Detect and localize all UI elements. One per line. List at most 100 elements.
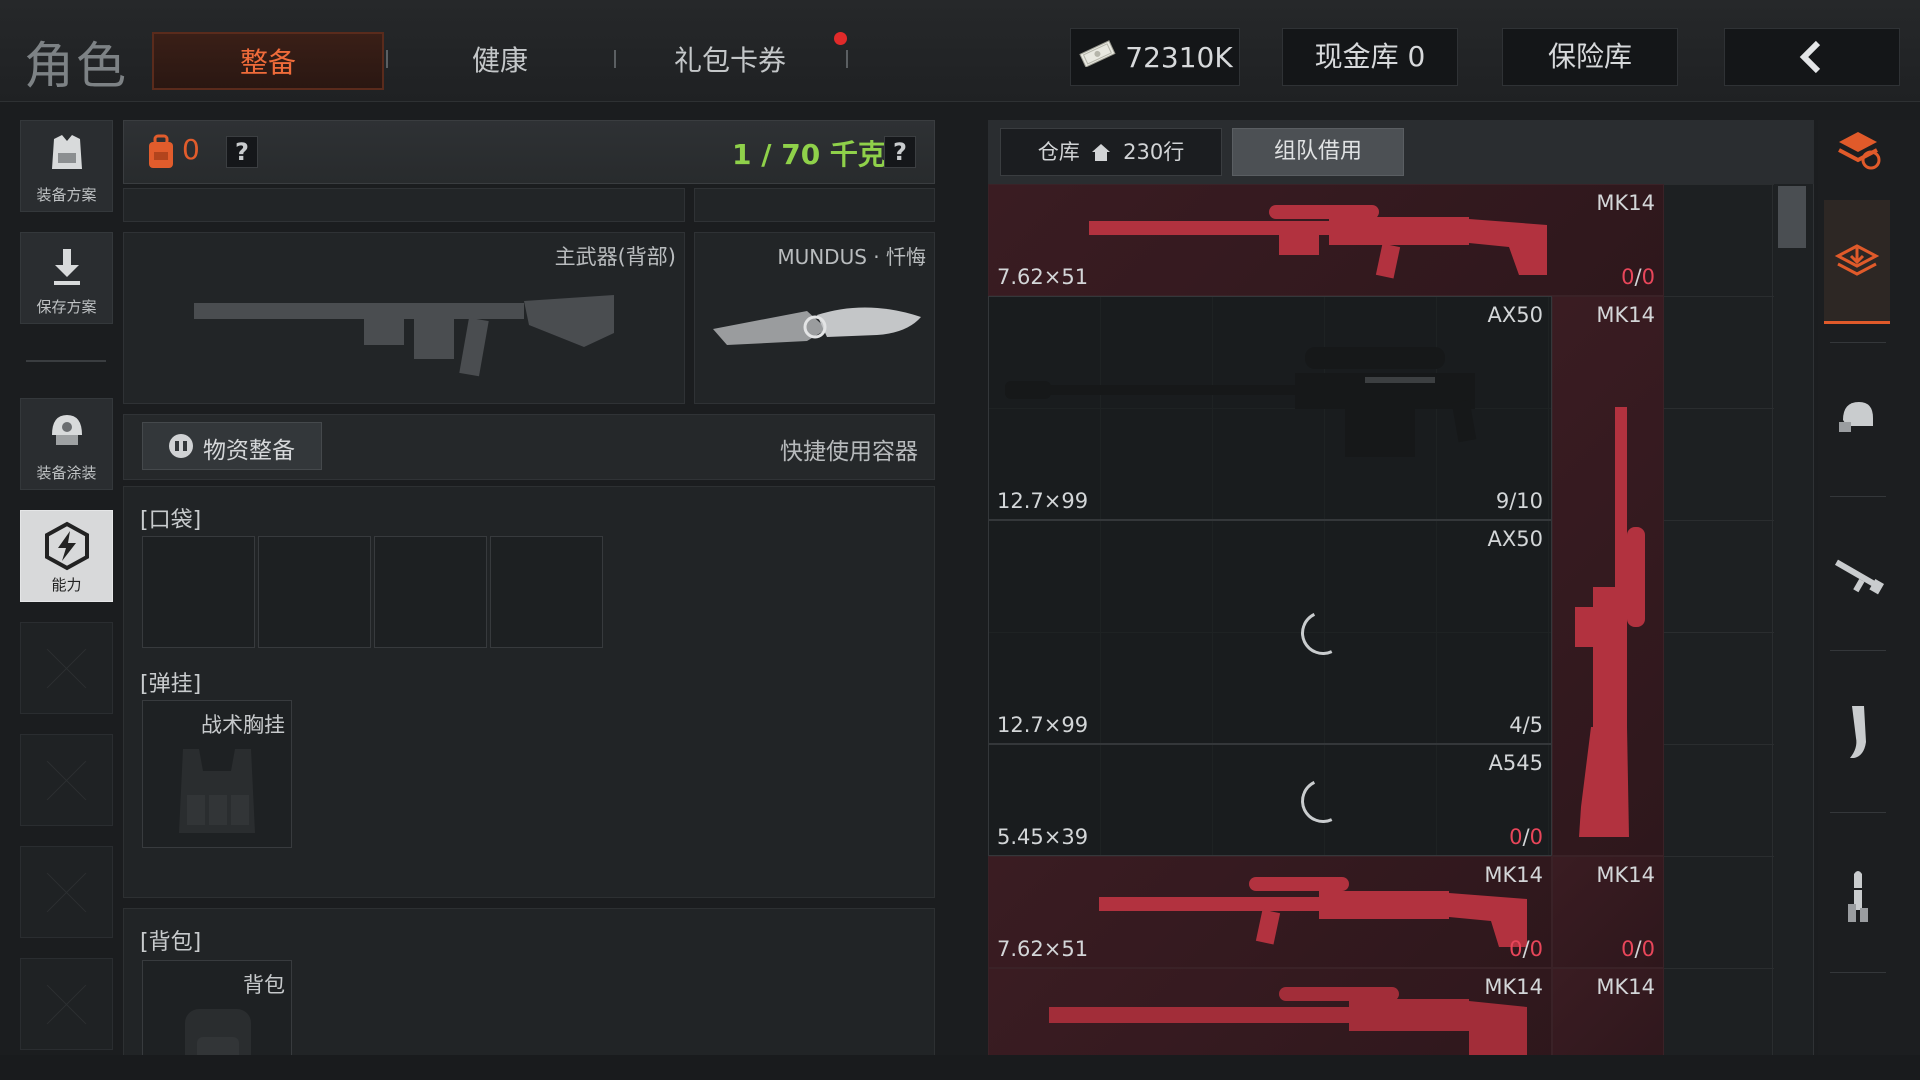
supply-prep-button[interactable]: 物资整备 [142, 422, 322, 470]
rifle-icon [1089, 191, 1549, 291]
safe-box-button[interactable]: 保险库 [1502, 28, 1678, 86]
storage-scrollbar[interactable] [1778, 186, 1806, 248]
backpack-item-label: 背包 [243, 973, 285, 997]
pocket-slot[interactable] [374, 536, 487, 648]
backpack-section-label: [背包] [140, 930, 202, 955]
item-name: A545 [1488, 751, 1543, 775]
item-name: MK14 [1596, 975, 1655, 999]
weight-capacity: 1 / 70 千克 [732, 138, 886, 171]
item-name: MK14 [1484, 863, 1543, 887]
chest-rig-label: 战术胸挂 [201, 713, 285, 737]
knife-icon [707, 289, 927, 373]
category-divider [1830, 650, 1886, 651]
storage-item-mk14[interactable]: MK14 7.62×51 0/0 [988, 184, 1664, 296]
notification-dot [834, 32, 847, 45]
sidebar-divider [26, 360, 106, 362]
storage-item-mk14[interactable]: MK14 [1552, 968, 1664, 1060]
chest-rig-icon [169, 741, 265, 845]
category-divider [1830, 496, 1886, 497]
storage-item-mk14-vertical[interactable]: MK14 [1552, 296, 1664, 856]
category-all[interactable] [1826, 124, 1890, 184]
primary-weapon-slot[interactable]: 主武器(背部) [123, 232, 685, 404]
sidebar-item-save-plan[interactable]: 保存方案 [20, 232, 113, 324]
quick-container-label[interactable]: 快捷使用容器 [780, 432, 918, 466]
sidebar-item-label: 装备方案 [36, 186, 97, 204]
empty-slot [20, 958, 113, 1050]
item-caliber: 7.62×51 [997, 265, 1089, 289]
pocket-section-label: [口袋] [140, 508, 202, 533]
rig-section-label: [弹挂] [140, 672, 202, 697]
item-name: MK14 [1596, 303, 1655, 327]
storage-item-a545[interactable]: A545 5.45×39 0/0 [988, 744, 1552, 856]
item-count: 0/0 [1509, 825, 1543, 849]
storage-item-mk14[interactable]: MK14 [988, 968, 1552, 1060]
stash-icon [1824, 238, 1890, 288]
item-name: AX50 [1487, 303, 1543, 327]
rifle-icon [1571, 407, 1651, 851]
melee-weapon-slot[interactable]: MUNDUS · 忏悔 [694, 232, 935, 404]
tab-divider [846, 50, 848, 68]
tab-warehouse[interactable]: 仓库 230行 [1000, 128, 1222, 176]
money-display[interactable]: 72310K [1070, 28, 1240, 86]
storage-grid: MK14 7.62×51 0/0 AX50 12.7×99 9/10 AX50 … [988, 184, 1774, 1060]
category-divider [1830, 342, 1886, 343]
category-stash-active[interactable] [1824, 200, 1890, 324]
item-count: 0/0 [1621, 265, 1655, 289]
tab-team-borrow[interactable]: 组队借用 [1232, 128, 1404, 176]
empty-slot [20, 622, 113, 714]
sidebar-item-label: 装备涂装 [36, 464, 97, 482]
storage-item-ax50[interactable]: AX50 12.7×99 9/10 [988, 296, 1552, 520]
item-count: 4/5 [1509, 713, 1543, 737]
all-items-icon [1833, 132, 1883, 178]
warehouse-rows: 230行 [1123, 140, 1185, 164]
storage-item-mk14[interactable]: MK14 7.62×51 0/0 [988, 856, 1552, 968]
empty-slot [20, 734, 113, 826]
tab-health[interactable]: 健康 [430, 32, 570, 90]
tab-gift-cards[interactable]: 礼包卡券 [650, 32, 810, 90]
sidebar-item-equipment-skin[interactable]: 装备涂装 [20, 398, 113, 490]
category-divider [1830, 972, 1886, 973]
loading-spinner [1294, 604, 1352, 662]
supply-icon [167, 432, 195, 464]
category-armor[interactable] [1826, 392, 1890, 452]
sidebar-item-ability[interactable]: 能力 [20, 510, 113, 602]
category-rifle[interactable] [1826, 552, 1890, 612]
item-count: 0/0 [1509, 937, 1543, 961]
sidebar-item-loadout-plan[interactable]: 装备方案 [20, 120, 113, 212]
money-amount: 72310K [1125, 41, 1233, 74]
magazine-icon [1838, 706, 1878, 766]
sidebar-item-label: 能力 [51, 576, 82, 594]
item-name: MK14 [1596, 863, 1655, 887]
page-title: 角色 [24, 37, 128, 95]
armor-icon [1833, 402, 1883, 446]
melee-weapon-label: MUNDUS · 忏悔 [777, 245, 926, 269]
vest-icon [44, 135, 90, 181]
pocket-slot[interactable] [490, 536, 603, 648]
item-caliber: 12.7×99 [997, 713, 1089, 737]
help-button[interactable]: ? [884, 136, 916, 168]
supply-prep-label: 物资整备 [203, 438, 295, 464]
help-button[interactable]: ? [226, 136, 258, 168]
category-ammo[interactable] [1826, 868, 1890, 928]
backpack-icon [145, 134, 177, 174]
storage-item-mk14[interactable]: MK14 0/0 [1552, 856, 1664, 968]
item-name: MK14 [1596, 191, 1655, 215]
loading-spinner [1294, 772, 1352, 830]
bottom-strip [0, 1055, 1920, 1080]
cash-vault-button[interactable]: 现金库 0 [1282, 28, 1458, 86]
helmet-icon [44, 415, 90, 459]
backpack-count: 0 [182, 133, 200, 166]
category-divider [1830, 812, 1886, 813]
pocket-slot[interactable] [142, 536, 255, 648]
category-magazine[interactable] [1826, 702, 1890, 762]
chevron-left-icon [1792, 40, 1832, 84]
pocket-slot[interactable] [258, 536, 371, 648]
item-caliber: 5.45×39 [997, 825, 1089, 849]
slot-strip [694, 188, 935, 222]
storage-item-ax50[interactable]: AX50 12.7×99 4/5 [988, 520, 1552, 744]
item-name: MK14 [1484, 975, 1543, 999]
back-button[interactable] [1724, 28, 1900, 86]
tab-equipment[interactable]: 整备 [152, 32, 384, 90]
ammo-icon [1838, 871, 1878, 932]
chest-rig-slot[interactable]: 战术胸挂 [142, 700, 292, 848]
